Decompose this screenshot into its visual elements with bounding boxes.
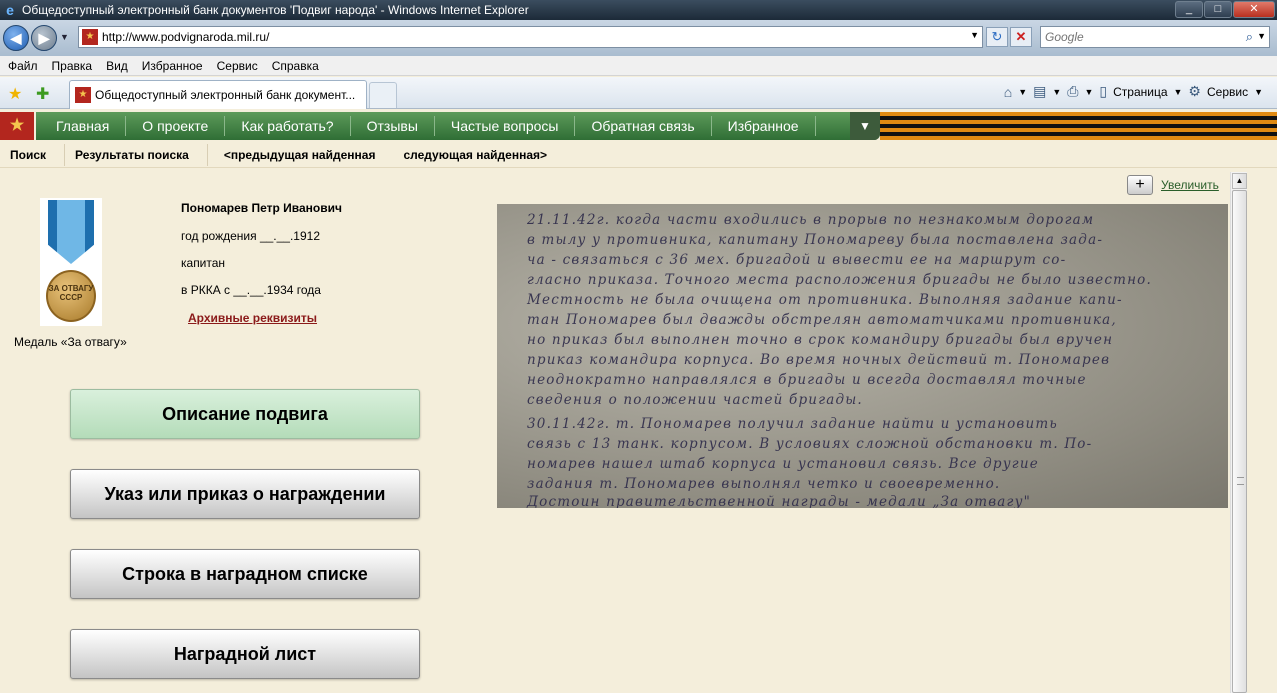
person-info: Пономарев Петр Иванович год рождения __.… xyxy=(181,201,342,325)
nav-how-to[interactable]: Как работать? xyxy=(225,116,351,136)
scroll-up-icon[interactable]: ▲ xyxy=(1232,173,1247,189)
nav-favorites[interactable]: Избранное xyxy=(712,116,816,136)
menu-tools[interactable]: Сервис xyxy=(217,59,258,73)
award-sheet-button[interactable]: Наградной лист xyxy=(70,629,420,679)
back-button[interactable]: ◀ xyxy=(3,25,29,51)
menu-bar: Файл Правка Вид Избранное Сервис Справка xyxy=(0,56,1277,76)
site-navigation: ★ Главная О проекте Как работать? Отзывы… xyxy=(0,110,1277,142)
medal-image: ЗА ОТВАГУ СССР xyxy=(40,198,102,326)
search-subnav: Поиск Результаты поиска <предыдущая найд… xyxy=(0,142,1277,168)
zoom-control: + Увеличить xyxy=(1127,175,1219,195)
tab-active[interactable]: ★ Общедоступный электронный банк докумен… xyxy=(69,80,367,109)
medal-caption: Медаль «За отвагу» xyxy=(14,335,127,349)
award-list-row-button[interactable]: Строка в наградном списке xyxy=(70,549,420,599)
person-name: Пономарев Петр Иванович xyxy=(181,201,342,215)
medal-ribbon xyxy=(48,200,94,264)
nav-feedback[interactable]: Обратная связь xyxy=(575,116,712,136)
person-service: в РККА с __.__.1934 года xyxy=(181,283,321,297)
window-titlebar: e Общедоступный электронный банк докумен… xyxy=(0,0,1277,20)
scanned-document-image[interactable]: 21.11.42г. когда части входились в проры… xyxy=(497,204,1228,508)
st-george-ribbon xyxy=(880,112,1277,140)
gear-icon: ⚙ xyxy=(1188,83,1201,99)
tab-row: ★ ✚ ★ Общедоступный электронный банк док… xyxy=(0,77,1277,109)
maximize-icon[interactable]: □ xyxy=(1204,1,1232,18)
page-dropdown-icon[interactable]: ▼ xyxy=(1174,87,1183,97)
subnav-prev[interactable]: <предыдущая найденная xyxy=(208,144,388,166)
address-field[interactable]: ★ http://www.podvignaroda.mil.ru/ ▼ xyxy=(78,26,983,48)
rss-feed-icon[interactable]: ▤ xyxy=(1033,83,1046,100)
scroll-grip-icon xyxy=(1237,477,1244,485)
window-title: Общедоступный электронный банк документо… xyxy=(22,3,529,17)
page-icon: ▯ xyxy=(1099,83,1108,99)
site-logo-icon[interactable]: ★ xyxy=(0,112,34,140)
zoom-plus-icon[interactable]: + xyxy=(1127,175,1153,195)
menu-edit[interactable]: Правка xyxy=(52,59,93,73)
subnav-next[interactable]: следующая найденная> xyxy=(387,144,559,166)
add-favorite-icon[interactable]: ✚ xyxy=(36,84,49,104)
favorites-star-icon[interactable]: ★ xyxy=(8,84,22,104)
new-tab-button[interactable] xyxy=(369,82,397,108)
archive-details-link[interactable]: Архивные реквизиты xyxy=(188,311,317,325)
scroll-thumb[interactable] xyxy=(1232,190,1247,693)
command-bar: ⌂ ▼ ▤ ▼ ⎙ ▼ ▯ Страница ▼ ⚙ Сервис ▼ xyxy=(1004,83,1263,100)
menu-view[interactable]: Вид xyxy=(106,59,128,73)
page-menu-button[interactable]: Страница xyxy=(1113,85,1167,99)
tools-menu-button[interactable]: Сервис xyxy=(1207,85,1248,99)
site-favicon-icon: ★ xyxy=(82,29,98,45)
menu-help[interactable]: Справка xyxy=(272,59,319,73)
subnav-search[interactable]: Поиск xyxy=(0,143,66,166)
tools-dropdown-icon[interactable]: ▼ xyxy=(1254,87,1263,97)
person-rank: капитан xyxy=(181,256,226,270)
print-icon[interactable]: ⎙ xyxy=(1067,83,1078,100)
forward-button[interactable]: ▶ xyxy=(31,25,57,51)
nav-about[interactable]: О проекте xyxy=(126,116,226,136)
stop-icon[interactable]: ✕ xyxy=(1010,27,1032,47)
nav-faq[interactable]: Частые вопросы xyxy=(435,116,576,136)
zoom-link[interactable]: Увеличить xyxy=(1161,178,1219,192)
history-dropdown-icon[interactable]: ▼ xyxy=(60,32,69,42)
minimize-icon[interactable]: _ xyxy=(1175,1,1203,18)
main-nav-strip: Главная О проекте Как работать? Отзывы Ч… xyxy=(36,112,880,140)
address-url[interactable]: http://www.podvignaroda.mil.ru/ xyxy=(102,30,269,44)
address-dropdown-icon[interactable]: ▼ xyxy=(970,30,979,40)
refresh-icon[interactable]: ↻ xyxy=(986,27,1008,47)
home-dropdown-icon[interactable]: ▼ xyxy=(1018,87,1027,97)
nav-reviews[interactable]: Отзывы xyxy=(351,116,435,136)
search-dropdown-icon[interactable]: ▼ xyxy=(1257,31,1266,41)
search-box[interactable]: ⌕ ▼ xyxy=(1040,26,1270,48)
menu-favorites[interactable]: Избранное xyxy=(142,59,203,73)
feat-description-button[interactable]: Описание подвига xyxy=(70,389,420,439)
tab-title: Общедоступный электронный банк документ.… xyxy=(95,88,356,102)
print-dropdown-icon[interactable]: ▼ xyxy=(1084,87,1093,97)
award-decree-button[interactable]: Указ или приказ о награждении xyxy=(70,469,420,519)
search-input[interactable] xyxy=(1041,27,1241,47)
tab-favicon-icon: ★ xyxy=(75,87,91,103)
search-icon[interactable]: ⌕ xyxy=(1246,29,1253,45)
address-toolbar: ◀ ▶ ▼ ★ http://www.podvignaroda.mil.ru/ … xyxy=(0,20,1277,56)
person-birth: год рождения __.__.1912 xyxy=(181,229,320,243)
subnav-results[interactable]: Результаты поиска xyxy=(65,143,208,166)
nav-more-chevron-icon[interactable]: ▼ xyxy=(850,112,880,140)
page-scrollbar[interactable]: ▲ xyxy=(1230,172,1247,693)
medal-disc: ЗА ОТВАГУ СССР xyxy=(46,270,96,322)
home-icon[interactable]: ⌂ xyxy=(1004,84,1012,100)
nav-home[interactable]: Главная xyxy=(36,116,127,136)
menu-file[interactable]: Файл xyxy=(8,59,38,73)
feed-dropdown-icon[interactable]: ▼ xyxy=(1052,87,1061,97)
ie-logo-icon: e xyxy=(6,2,14,18)
close-icon[interactable]: ✕ xyxy=(1233,1,1275,18)
